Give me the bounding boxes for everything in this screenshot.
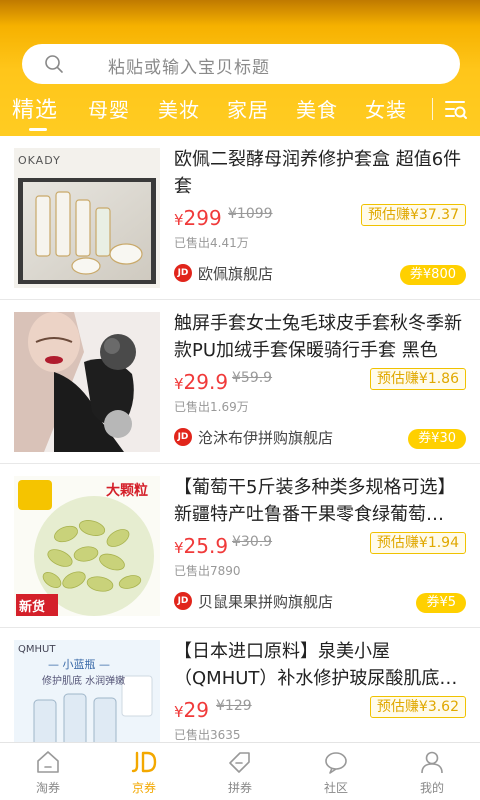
header: 粘贴或输入宝贝标题 精选 母婴 美妆 家居 美食 女装 bbox=[0, 0, 480, 136]
sold-count: 已售出7890 bbox=[174, 564, 241, 578]
product-tag-new: 新货 bbox=[19, 600, 46, 615]
tab-jingxuan[interactable]: 精选 bbox=[12, 92, 58, 124]
product-list[interactable]: OKADY 欧佩二裂酵母润养修护套盒 超值6件套 ¥299 ¥1099 预估赚¥… bbox=[0, 136, 480, 742]
product-brand-logo: QMHUT bbox=[18, 644, 56, 655]
home-icon bbox=[37, 751, 59, 773]
tag-icon bbox=[229, 752, 250, 773]
product-image: OKADY bbox=[14, 148, 160, 288]
original-price: ¥59.9 bbox=[232, 370, 273, 386]
jd-icon bbox=[131, 751, 157, 773]
chat-icon bbox=[325, 752, 347, 774]
tab-jiaju[interactable]: 家居 bbox=[227, 94, 269, 123]
active-tab-indicator bbox=[29, 128, 47, 131]
product-title: 触屏手套女士兔毛球皮手套秋冬季新款PU加绒手套保暖骑行手套 黑色 bbox=[174, 313, 462, 361]
original-price: ¥30.9 bbox=[232, 534, 273, 550]
coupon-button[interactable]: 券¥800 bbox=[399, 265, 466, 285]
product-title: 【日本进口原料】泉美小屋（QMHUT）补水修护玻尿酸肌底… bbox=[174, 641, 458, 689]
coupon-button[interactable]: 券¥5 bbox=[416, 593, 466, 613]
tab-nvzhuang[interactable]: 女装 bbox=[365, 94, 407, 123]
search-placeholder: 粘贴或输入宝贝标题 bbox=[108, 58, 270, 78]
search-input[interactable]: 粘贴或输入宝贝标题 bbox=[22, 44, 460, 84]
tab-meishi[interactable]: 美食 bbox=[296, 94, 338, 123]
shop-name: 欧佩旗舰店 bbox=[198, 265, 274, 283]
product-image-line2: 修护肌底 水润弹嫩 bbox=[42, 676, 126, 687]
jd-shop-icon: JD bbox=[174, 428, 192, 446]
tab-divider bbox=[432, 98, 433, 120]
product-image: 大颗粒 新货 bbox=[14, 476, 160, 616]
nav-shequ[interactable]: 社区 bbox=[288, 743, 384, 800]
product-item[interactable]: 大颗粒 新货 【葡萄干5斤装多种类多规格可选】新疆特产吐鲁番干果零食绿葡萄… ¥… bbox=[0, 464, 480, 628]
product-brand-logo: OKADY bbox=[18, 154, 61, 167]
nav-pinquan[interactable]: 拼券 bbox=[192, 743, 288, 800]
tab-meizhuang[interactable]: 美妆 bbox=[158, 94, 200, 123]
nav-jingquan[interactable]: 京券 bbox=[96, 743, 192, 800]
sold-count: 已售出1.69万 bbox=[174, 400, 249, 414]
product-price: ¥29.9 bbox=[174, 370, 229, 394]
product-item[interactable]: OKADY 欧佩二裂酵母润养修护套盒 超值6件套 ¥299 ¥1099 预估赚¥… bbox=[0, 136, 480, 300]
category-menu-icon[interactable] bbox=[444, 98, 468, 120]
original-price: ¥129 bbox=[216, 698, 252, 714]
estimated-earning-badge: 预估赚¥1.94 bbox=[369, 532, 466, 554]
product-title: 欧佩二裂酵母润养修护套盒 超值6件套 bbox=[174, 149, 462, 197]
category-tabs: 精选 母婴 美妆 家居 美食 女装 bbox=[0, 92, 480, 136]
jd-shop-icon: JD bbox=[174, 264, 192, 282]
product-item[interactable]: QMHUT — 小蓝瓶 — 修护肌底 水润弹嫩 【日本进口原料】泉美小屋（QMH… bbox=[0, 628, 480, 742]
nav-wode[interactable]: 我的 bbox=[384, 743, 480, 800]
estimated-earning-badge: 预估赚¥3.62 bbox=[369, 696, 466, 718]
estimated-earning-badge: 预估赚¥1.86 bbox=[369, 368, 466, 390]
product-title: 【葡萄干5斤装多种类多规格可选】新疆特产吐鲁番干果零食绿葡萄… bbox=[174, 477, 456, 525]
sold-count: 已售出4.41万 bbox=[174, 236, 249, 250]
product-price: ¥29 bbox=[174, 698, 209, 722]
shop-name: 沧沐布伊拼购旗舰店 bbox=[198, 429, 334, 447]
sold-count: 已售出3635 bbox=[174, 728, 241, 742]
product-item[interactable]: 触屏手套女士兔毛球皮手套秋冬季新款PU加绒手套保暖骑行手套 黑色 ¥29.9 ¥… bbox=[0, 300, 480, 464]
estimated-earning-badge: 预估赚¥37.37 bbox=[361, 204, 466, 226]
product-image: QMHUT — 小蓝瓶 — 修护肌底 水润弹嫩 bbox=[14, 640, 160, 742]
product-price: ¥25.9 bbox=[174, 534, 229, 558]
product-price: ¥299 bbox=[174, 206, 222, 230]
product-image-line1: — 小蓝瓶 — bbox=[48, 658, 110, 671]
jd-shop-icon: JD bbox=[174, 592, 192, 610]
product-image bbox=[14, 312, 160, 452]
search-icon bbox=[45, 55, 63, 73]
product-tag-big: 大颗粒 bbox=[106, 483, 148, 499]
original-price: ¥1099 bbox=[228, 206, 273, 222]
bottom-nav: 淘券 京券 拼券 社区 我的 bbox=[0, 742, 480, 800]
user-icon bbox=[421, 751, 443, 774]
shop-name: 贝鼠果果拼购旗舰店 bbox=[198, 593, 334, 611]
tab-muying[interactable]: 母婴 bbox=[88, 94, 130, 123]
coupon-button[interactable]: 券¥30 bbox=[408, 429, 466, 449]
app-screen: 粘贴或输入宝贝标题 精选 母婴 美妆 家居 美食 女装 OKADY 欧佩二裂酵母… bbox=[0, 0, 480, 800]
nav-taoquan[interactable]: 淘券 bbox=[0, 743, 96, 800]
